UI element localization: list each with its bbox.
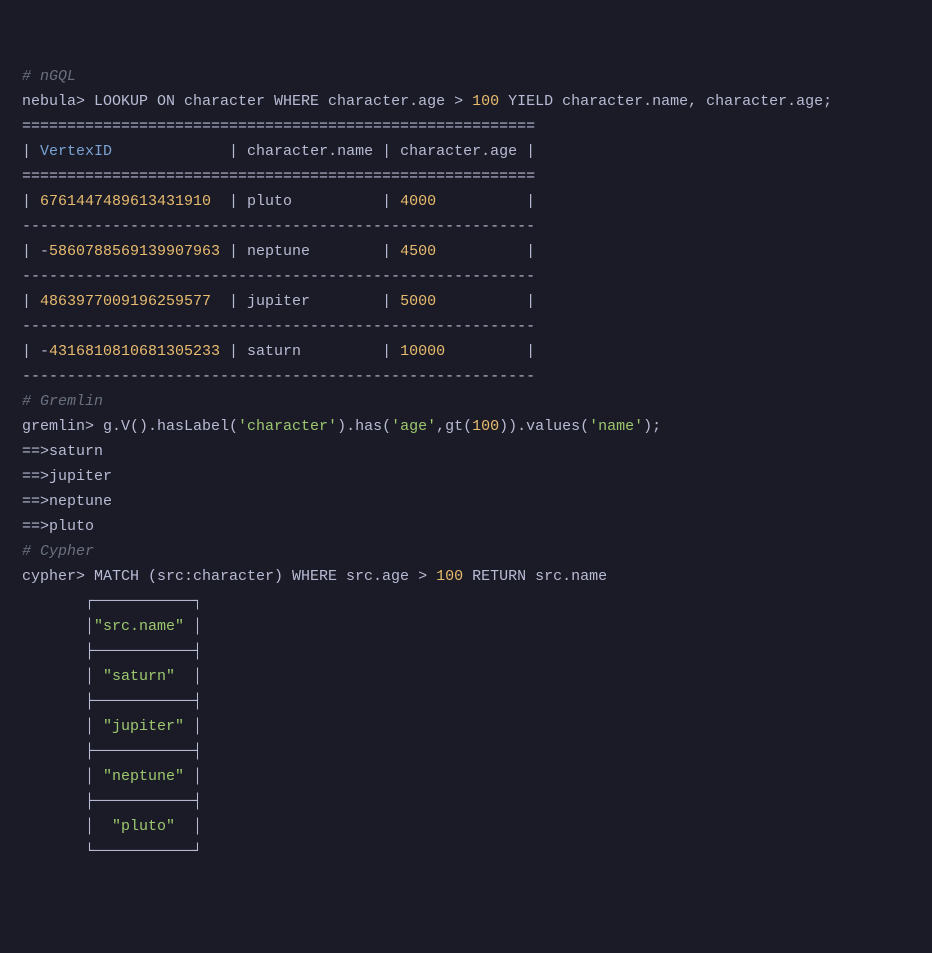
cypher-header: "src.name"	[94, 618, 184, 635]
header-pipe1: |	[22, 143, 40, 160]
box-mid1: ├───────────┤	[85, 643, 202, 660]
box-indent4	[22, 668, 85, 685]
ngql-comment: # nGQL	[22, 68, 76, 85]
r2-pre: |	[22, 293, 40, 310]
ngql-query-after: YIELD character.name, character.age;	[499, 93, 832, 110]
gremlin-end: );	[643, 418, 661, 435]
box-mid4: ├───────────┤	[85, 793, 202, 810]
box-mid3: ├───────────┤	[85, 743, 202, 760]
r2-mid: | jupiter |	[211, 293, 400, 310]
divider-d4: ----------------------------------------…	[22, 368, 535, 385]
r0-pre: |	[22, 193, 40, 210]
gremlin-res0: ==>saturn	[22, 443, 103, 460]
cr0v: "saturn"	[103, 668, 175, 685]
box-top: ┌───────────┐	[85, 593, 202, 610]
cr1v: "jupiter"	[103, 718, 184, 735]
box-indent8	[22, 768, 85, 785]
r1-id: 5860788569139907963	[49, 243, 220, 260]
ngql-query-value: 100	[472, 93, 499, 110]
cr0p1: │	[85, 668, 103, 685]
gremlin-s1: 'character'	[238, 418, 337, 435]
gremlin-comment: # Gremlin	[22, 393, 103, 410]
cypher-comment: # Cypher	[22, 543, 94, 560]
box-indent9	[22, 793, 85, 810]
box-indent2	[22, 618, 85, 635]
r0-end: |	[436, 193, 535, 210]
box-indent10	[22, 818, 85, 835]
r0-age: 4000	[400, 193, 436, 210]
cypher-prompt: cypher> MATCH (src:character) WHERE src.…	[22, 568, 436, 585]
box-mid2: ├───────────┤	[85, 693, 202, 710]
r0-id: 6761447489613431910	[40, 193, 211, 210]
cr1p1: │	[85, 718, 103, 735]
gremlin-m1: ).has(	[337, 418, 391, 435]
cr3p2: │	[175, 818, 202, 835]
divider-eq: ========================================…	[22, 118, 535, 135]
divider-eq2: ========================================…	[22, 168, 535, 185]
box-indent	[22, 593, 85, 610]
r3-mid: | saturn |	[220, 343, 400, 360]
r3-pre: | -	[22, 343, 49, 360]
gremlin-res2: ==>neptune	[22, 493, 112, 510]
vertex-id-header: VertexID	[40, 143, 112, 160]
nebula-prompt: nebula>	[22, 93, 94, 110]
cr2v: "neptune"	[103, 768, 184, 785]
header-rest: | character.name | character.age |	[112, 143, 535, 160]
r3-id: 4316810810681305233	[49, 343, 220, 360]
gremlin-res3: ==>pluto	[22, 518, 94, 535]
gremlin-m3: )).values(	[499, 418, 589, 435]
r1-mid: | neptune |	[220, 243, 400, 260]
box-indent5	[22, 693, 85, 710]
r3-end: |	[445, 343, 535, 360]
r1-pre: | -	[22, 243, 49, 260]
r2-age: 5000	[400, 293, 436, 310]
code-block: # nGQL nebula> LOOKUP ON character WHERE…	[22, 64, 910, 864]
divider-d3: ----------------------------------------…	[22, 318, 535, 335]
box-indent7	[22, 743, 85, 760]
gremlin-prompt: gremlin> g.V().hasLabel(	[22, 418, 238, 435]
cr1p2: │	[184, 718, 202, 735]
cr2p1: │	[85, 768, 103, 785]
divider-d1: ----------------------------------------…	[22, 218, 535, 235]
box-indent11	[22, 843, 85, 860]
cypher-rest: RETURN src.name	[463, 568, 607, 585]
gremlin-s3: 'name'	[589, 418, 643, 435]
r3-age: 10000	[400, 343, 445, 360]
cr2p2: │	[184, 768, 202, 785]
gremlin-s2: 'age'	[391, 418, 436, 435]
hp2: │	[184, 618, 202, 635]
r1-age: 4500	[400, 243, 436, 260]
divider-d2: ----------------------------------------…	[22, 268, 535, 285]
gremlin-m2: ,gt(	[436, 418, 472, 435]
cr3v: "pluto"	[112, 818, 175, 835]
box-indent3	[22, 643, 85, 660]
r2-end: |	[436, 293, 535, 310]
cypher-value: 100	[436, 568, 463, 585]
r2-id: 4863977009196259577	[40, 293, 211, 310]
r1-end: |	[436, 243, 535, 260]
ngql-query-before: LOOKUP ON character WHERE character.age …	[94, 93, 472, 110]
hp1: │	[85, 618, 94, 635]
r0-mid: | pluto |	[211, 193, 400, 210]
gremlin-n1: 100	[472, 418, 499, 435]
box-indent6	[22, 718, 85, 735]
cr3p1: │	[85, 818, 112, 835]
box-btm: └───────────┘	[85, 843, 202, 860]
cr0p2: │	[175, 668, 202, 685]
gremlin-res1: ==>jupiter	[22, 468, 112, 485]
